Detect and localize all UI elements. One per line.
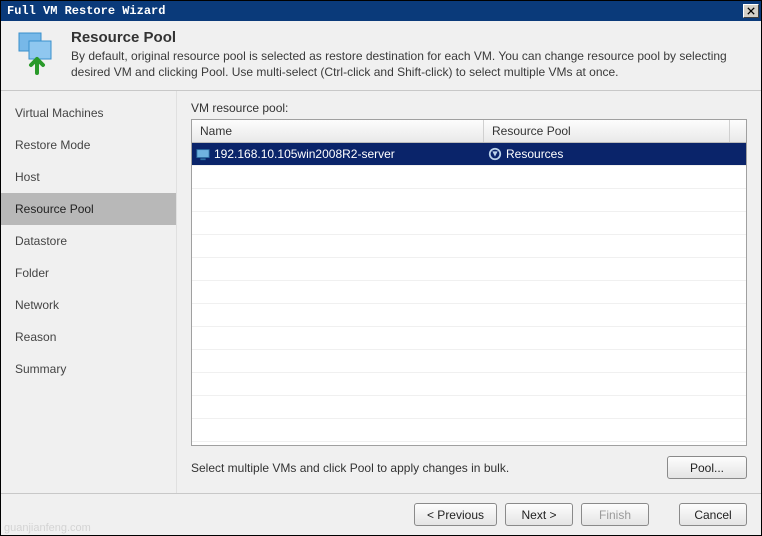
- grid-header: Name Resource Pool: [192, 120, 746, 143]
- next-button[interactable]: Next >: [505, 503, 573, 526]
- close-button[interactable]: [743, 4, 759, 18]
- sidebar-item-folder[interactable]: Folder: [1, 257, 176, 289]
- close-icon: [747, 7, 755, 15]
- row-pool-text: Resources: [506, 147, 563, 161]
- vm-icon: [196, 147, 210, 161]
- wizard-window: Full VM Restore Wizard Resource Pool By …: [0, 0, 762, 536]
- sidebar-item-datastore[interactable]: Datastore: [1, 225, 176, 257]
- sidebar-item-reason[interactable]: Reason: [1, 321, 176, 353]
- finish-button[interactable]: Finish: [581, 503, 649, 526]
- sidebar-item-summary[interactable]: Summary: [1, 353, 176, 385]
- pool-icon: [488, 147, 502, 161]
- titlebar: Full VM Restore Wizard: [1, 1, 761, 21]
- hint-row: Select multiple VMs and click Pool to ap…: [191, 446, 747, 485]
- pool-button[interactable]: Pool...: [667, 456, 747, 479]
- page-subtitle: By default, original resource pool is se…: [71, 48, 749, 80]
- wizard-header: Resource Pool By default, original resou…: [1, 21, 761, 91]
- wizard-sidebar: Virtual Machines Restore Mode Host Resou…: [1, 91, 177, 493]
- row-name-cell: 192.168.10.105win2008R2-server: [192, 143, 484, 165]
- grid-label: VM resource pool:: [191, 101, 747, 115]
- wizard-main: VM resource pool: Name Resource Pool: [177, 91, 761, 493]
- row-name-text: 192.168.10.105win2008R2-server: [214, 147, 395, 161]
- column-header-resource-pool[interactable]: Resource Pool: [484, 120, 730, 142]
- window-title: Full VM Restore Wizard: [7, 4, 743, 18]
- wizard-footer: < Previous Next > Finish Cancel: [1, 493, 761, 535]
- sidebar-item-restore-mode[interactable]: Restore Mode: [1, 129, 176, 161]
- sidebar-item-network[interactable]: Network: [1, 289, 176, 321]
- column-header-scrollspace: [730, 120, 746, 142]
- page-title: Resource Pool: [71, 29, 749, 46]
- resource-pool-header-icon: [13, 29, 61, 77]
- sidebar-item-resource-pool[interactable]: Resource Pool: [1, 193, 176, 225]
- sidebar-item-virtual-machines[interactable]: Virtual Machines: [1, 97, 176, 129]
- column-header-name[interactable]: Name: [192, 120, 484, 142]
- header-text: Resource Pool By default, original resou…: [71, 29, 749, 80]
- cancel-button[interactable]: Cancel: [679, 503, 747, 526]
- previous-button[interactable]: < Previous: [414, 503, 497, 526]
- table-row[interactable]: 192.168.10.105win2008R2-server Resources: [192, 143, 746, 165]
- grid-body[interactable]: 192.168.10.105win2008R2-server Resources: [192, 143, 746, 445]
- wizard-body: Virtual Machines Restore Mode Host Resou…: [1, 91, 761, 493]
- sidebar-item-host[interactable]: Host: [1, 161, 176, 193]
- row-pool-cell: Resources: [484, 143, 746, 165]
- hint-text: Select multiple VMs and click Pool to ap…: [191, 461, 657, 475]
- vm-pool-grid: Name Resource Pool 192.168.10.105win2008…: [191, 119, 747, 446]
